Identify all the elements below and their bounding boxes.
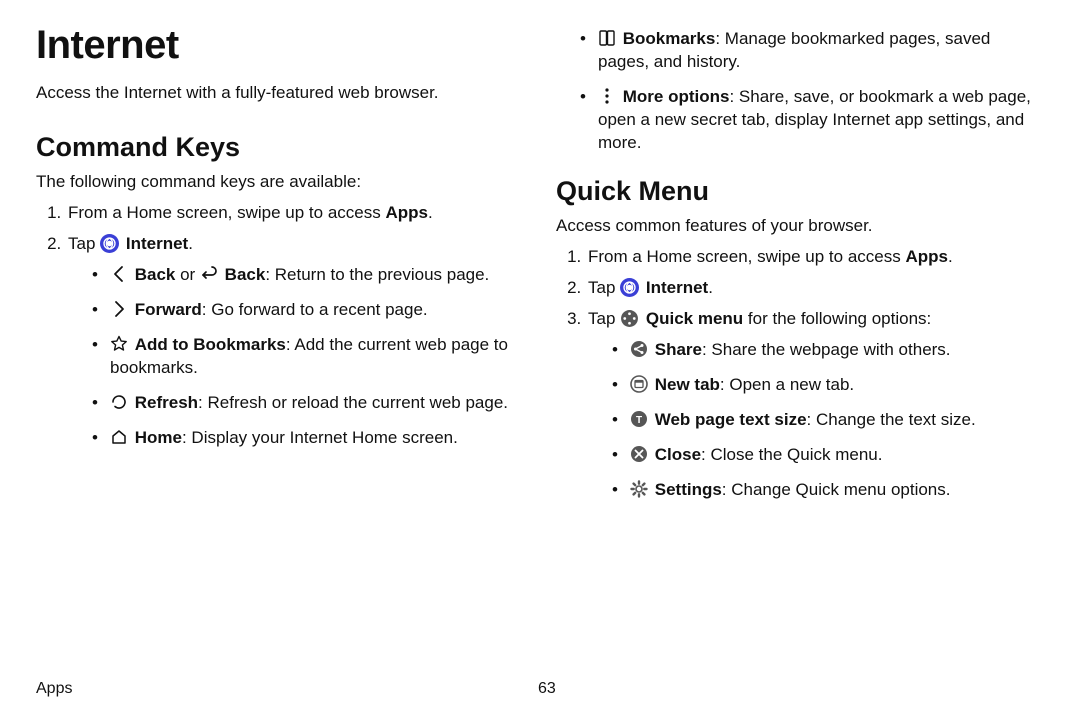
internet-icon (620, 278, 639, 297)
cmd-back: Back or Back: Return to the previous pag… (92, 264, 526, 287)
close-icon (630, 445, 648, 463)
page-title: Internet (36, 18, 526, 72)
share-icon (630, 340, 648, 358)
footer-page-number: 63 (538, 678, 1040, 700)
command-keys-intro: The following command keys are available… (36, 171, 526, 194)
page-intro: Access the Internet with a fully-feature… (36, 82, 526, 105)
cmd-add-bookmarks: Add to Bookmarks: Add the current web pa… (92, 334, 526, 380)
section-quick-menu: Quick Menu (556, 173, 1036, 209)
new-tab-icon (630, 375, 648, 393)
back-arrow-icon (200, 265, 218, 283)
cmd-refresh: Refresh: Refresh or reload the current w… (92, 392, 526, 415)
more-options-icon (598, 87, 616, 105)
qm-text-size: Web page text size: Change the text size… (612, 409, 1036, 432)
page-footer: Apps 63 (36, 670, 1040, 720)
qm-step-1: From a Home screen, swipe up to access A… (586, 246, 1036, 269)
qm-step-3: Tap Quick menu for the following options… (586, 308, 1036, 502)
cmd-forward: Forward: Go forward to a recent page. (92, 299, 526, 322)
qm-step-2: Tap Internet. (586, 277, 1036, 300)
qm-share: Share: Share the webpage with others. (612, 339, 1036, 362)
qm-new-tab: New tab: Open a new tab. (612, 374, 1036, 397)
cmd-bookmarks: Bookmarks: Manage bookmarked pages, save… (580, 28, 1036, 74)
text-size-icon (630, 410, 648, 428)
bookmarks-icon (598, 29, 616, 47)
back-chevron-icon (110, 265, 128, 283)
quick-menu-intro: Access common features of your browser. (556, 215, 1036, 238)
home-icon (110, 428, 128, 446)
qm-settings: Settings: Change Quick menu options. (612, 479, 1036, 502)
step-1: From a Home screen, swipe up to access A… (66, 202, 526, 225)
gear-icon (630, 480, 648, 498)
internet-icon (100, 234, 119, 253)
cmd-more-options: More options: Share, save, or bookmark a… (580, 86, 1036, 155)
refresh-icon (110, 393, 128, 411)
cmd-home: Home: Display your Internet Home screen. (92, 427, 526, 450)
forward-chevron-icon (110, 300, 128, 318)
footer-section: Apps (36, 678, 538, 700)
star-icon (110, 335, 128, 353)
quick-menu-icon (620, 309, 639, 328)
step-2: Tap Internet. Back or Back: Return to th… (66, 233, 526, 450)
section-command-keys: Command Keys (36, 129, 526, 165)
qm-close: Close: Close the Quick menu. (612, 444, 1036, 467)
